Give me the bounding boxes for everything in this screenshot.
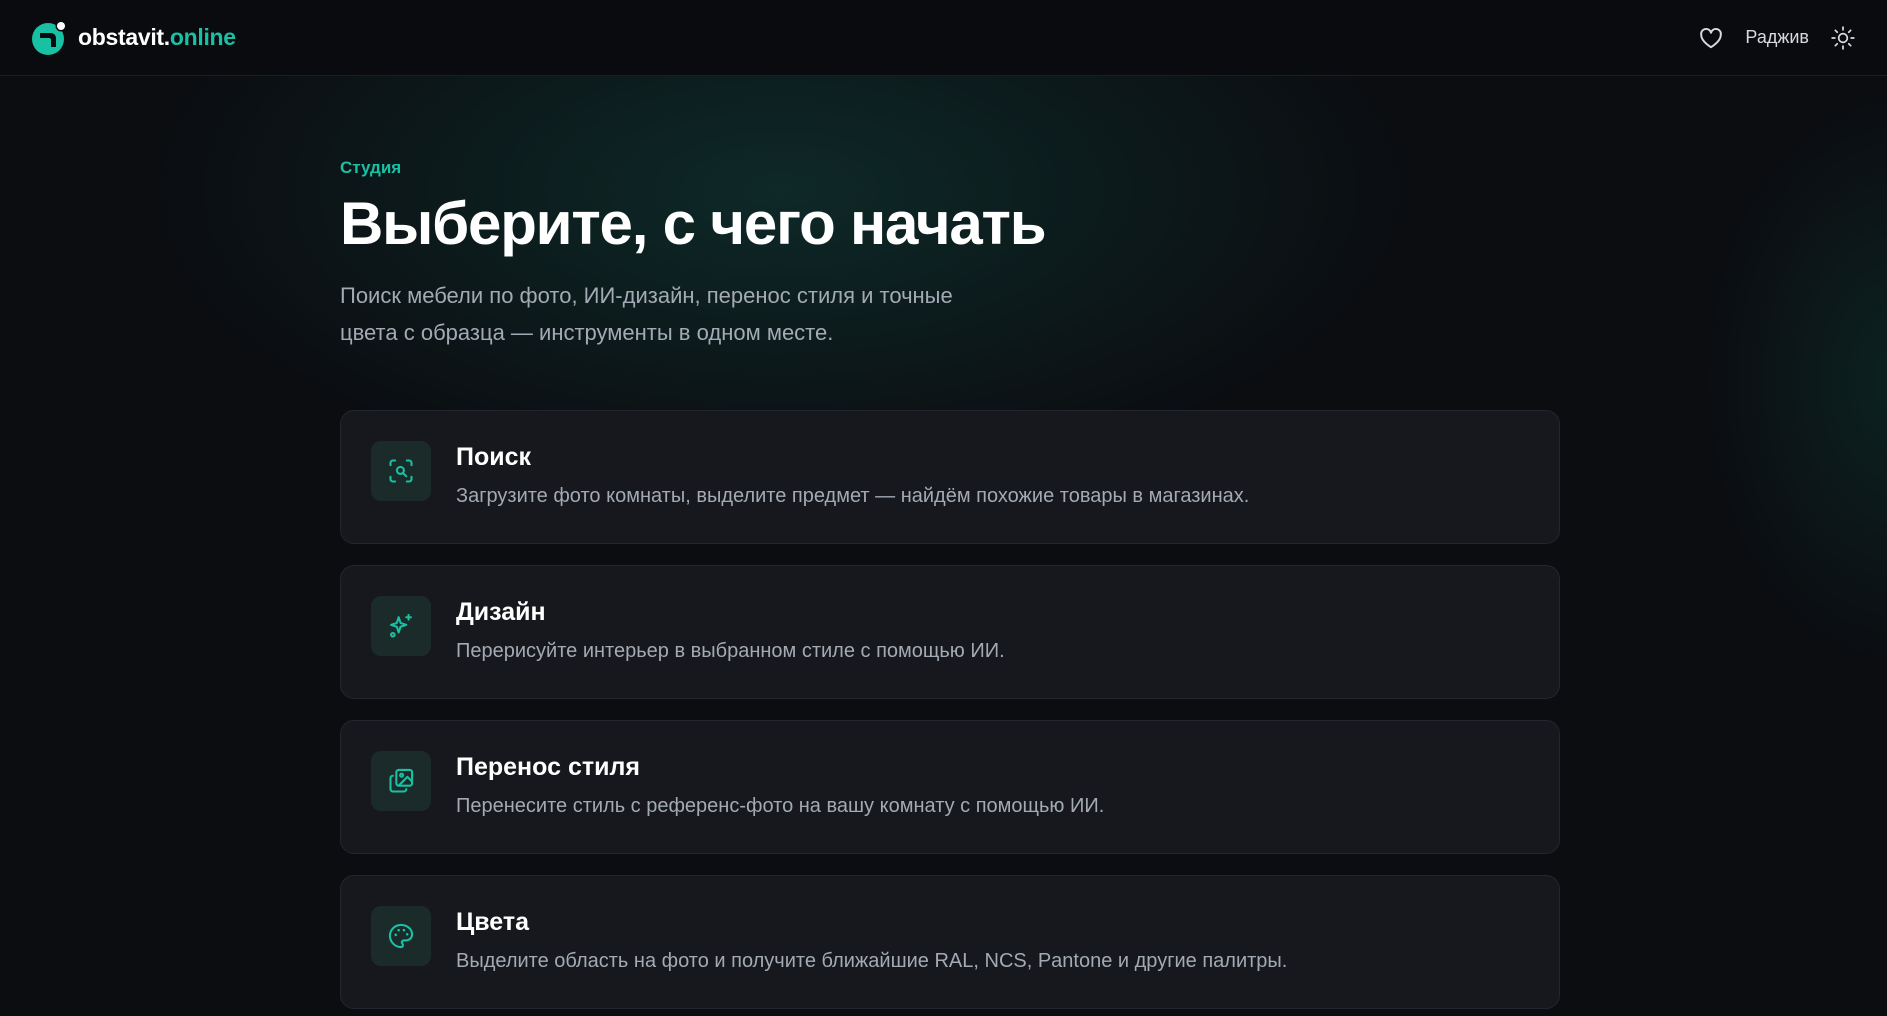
card-icon-container <box>371 441 431 501</box>
section-eyebrow: Студия <box>340 158 402 177</box>
card-icon-container <box>371 596 431 656</box>
tool-card-description: Выделите область на фото и получите ближ… <box>456 950 1288 972</box>
tool-card-description: Загрузите фото комнаты, выделите предмет… <box>456 485 1250 507</box>
tool-card-title: Перенос стиля <box>456 753 640 781</box>
header-actions: Раджив <box>1697 24 1857 52</box>
tool-card-title: Поиск <box>456 443 532 471</box>
card-icon-container <box>371 751 431 811</box>
tool-card-title: Дизайн <box>456 598 546 626</box>
page-subtitle-line-2: цвета с образца — инструменты в одном ме… <box>340 320 834 345</box>
tool-card-search[interactable]: Поиск Загрузите фото комнаты, выделите п… <box>340 410 1560 544</box>
sun-icon <box>1831 25 1855 50</box>
brand-name-main: obstavit. <box>78 24 170 50</box>
studio-page: obstavit.online Раджив Студия Выберите, … <box>0 0 1887 1016</box>
tool-card-description: Перенесите стиль с референс-фото на вашу… <box>456 795 1105 817</box>
page-subtitle-line-1: Поиск мебели по фото, ИИ-дизайн, перенос… <box>340 283 953 308</box>
tool-cards: Поиск Загрузите фото комнаты, выделите п… <box>340 410 1560 1016</box>
scan-search-icon <box>389 459 413 483</box>
brand-name: obstavit.online <box>78 24 236 51</box>
page-subtitle: Поиск мебели по фото, ИИ-дизайн, перенос… <box>340 277 1060 351</box>
palette-icon <box>388 923 414 949</box>
heart-icon <box>1700 27 1723 48</box>
logo-icon <box>32 20 67 55</box>
favorites-button[interactable] <box>1697 24 1725 52</box>
tool-card-colors[interactable]: Цвета Выделите область на фото и получит… <box>340 875 1560 1009</box>
tool-card-style-transfer[interactable]: Перенос стиля Перенесите стиль с референ… <box>340 720 1560 854</box>
page-title: Выберите, с чего начать <box>340 190 1047 257</box>
tool-card-design[interactable]: Дизайн Перерисуйте интерьер в выбранном … <box>340 565 1560 699</box>
brand-name-tld: online <box>169 24 236 50</box>
tool-card-description: Перерисуйте интерьер в выбранном стиле с… <box>456 640 1005 662</box>
images-icon <box>389 768 414 793</box>
tool-card-title: Цвета <box>456 908 530 936</box>
brand-home-link[interactable]: obstavit.online <box>30 18 236 58</box>
top-navbar: obstavit.online Раджив <box>0 0 1887 76</box>
theme-toggle-button[interactable] <box>1829 24 1857 52</box>
card-icon-container <box>371 906 431 966</box>
sparkles-icon <box>390 613 412 638</box>
hero-section: Студия Выберите, с чего начать Поиск меб… <box>340 158 1580 351</box>
user-menu-name[interactable]: Раджив <box>1745 27 1809 48</box>
